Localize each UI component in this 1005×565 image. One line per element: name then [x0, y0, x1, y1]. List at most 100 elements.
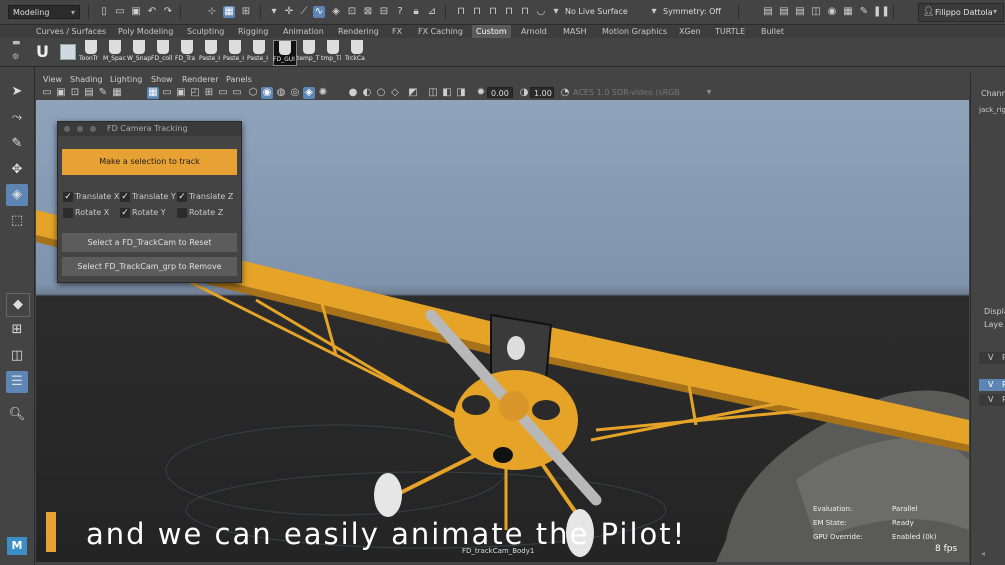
shelf-button-m-spac[interactable]: M_Spac: [103, 40, 126, 64]
lock-icon[interactable]: 🔒︎: [410, 6, 422, 18]
select-object-icon[interactable]: ▦: [223, 6, 235, 18]
menu-set-dropdown[interactable]: Modeling ▾: [8, 5, 80, 19]
layer-row[interactable]: V P: [979, 352, 1005, 364]
menu-shading[interactable]: Shading: [70, 73, 103, 86]
select-curve-icon[interactable]: ∿: [313, 6, 325, 18]
snapshot-icon[interactable]: ✎: [858, 6, 870, 18]
highlight-icon[interactable]: ⊿: [426, 6, 438, 18]
reset-trackcam-button[interactable]: Select a FD_TrackCam to Reset: [62, 233, 237, 252]
snap-surface-icon[interactable]: ⊓: [519, 6, 531, 18]
anti-aliasing-icon[interactable]: ○: [375, 87, 387, 99]
new-scene-icon[interactable]: ▯: [98, 6, 110, 18]
snap-grid-icon[interactable]: ⊓: [455, 6, 467, 18]
camera-attr-icon[interactable]: ▣: [55, 87, 67, 99]
grease-pencil-icon[interactable]: ▦: [111, 87, 123, 99]
snap-vertex-icon[interactable]: ◡: [535, 6, 547, 18]
image-plane-icon[interactable]: ▤: [83, 87, 95, 99]
translate-z-checkbox[interactable]: ✓: [177, 192, 187, 202]
rotate-y-checkbox[interactable]: ✓: [120, 208, 130, 218]
select-misc-icon[interactable]: ?: [394, 6, 406, 18]
tab-xgen[interactable]: XGen: [679, 25, 701, 38]
rotate-z-checkbox[interactable]: [177, 208, 187, 218]
magnifier-icon[interactable]: 🔍︎: [6, 404, 28, 426]
view-transform-dropdown[interactable]: ACES 1.0 SDR-video (sRGB: [573, 87, 680, 98]
paint-select-icon[interactable]: ✎: [6, 133, 28, 155]
textured-icon[interactable]: ◎: [289, 87, 301, 99]
isolate-select-icon[interactable]: ◩: [407, 87, 419, 99]
menu-panels[interactable]: Panels: [226, 73, 252, 86]
user-account-button[interactable]: 👤︎ Filippo Dattola ▾: [918, 3, 1004, 22]
safe-action-icon[interactable]: ▭: [217, 87, 229, 99]
menu-show[interactable]: Show: [151, 73, 173, 86]
lights-icon[interactable]: ◈: [303, 87, 315, 99]
shelf-button-trckca[interactable]: TrckCa: [345, 40, 368, 64]
exposure-icon[interactable]: ✹: [475, 87, 487, 99]
resolution-gate-icon[interactable]: ▣: [175, 87, 187, 99]
move-tool-icon[interactable]: ✥: [6, 159, 28, 181]
render-view-icon[interactable]: ▦: [842, 6, 854, 18]
gamma-field[interactable]: 1.00: [530, 87, 554, 98]
grid-toggle-icon[interactable]: ▦: [147, 87, 159, 99]
depth-of-field-icon[interactable]: ◇: [389, 87, 401, 99]
xray-components-icon[interactable]: ◨: [455, 87, 467, 99]
shelf-button-paste-2[interactable]: Paste_I: [223, 40, 246, 64]
two-pane-layout-icon[interactable]: ◫: [6, 345, 28, 367]
select-joint-icon[interactable]: ⟋: [298, 6, 310, 18]
display-tab[interactable]: Displa: [984, 307, 1005, 316]
open-scene-icon[interactable]: ▭: [114, 6, 126, 18]
shelf-button-toontr[interactable]: ToonTr: [79, 40, 102, 64]
wireframe-icon[interactable]: ⬡: [247, 87, 259, 99]
window-title-bar[interactable]: FD Camera Tracking: [58, 122, 241, 136]
tab-bullet[interactable]: Bullet: [761, 25, 784, 38]
render-settings-icon[interactable]: ▤: [794, 6, 806, 18]
screen-space-ao-icon[interactable]: ●: [347, 87, 359, 99]
layer-row[interactable]: V P: [979, 394, 1005, 406]
track-selection-button[interactable]: Make a selection to track: [62, 149, 237, 175]
camera-select-icon[interactable]: ▭: [41, 87, 53, 99]
ipr-render-icon[interactable]: ▤: [778, 6, 790, 18]
safe-title-icon[interactable]: ▭: [231, 87, 243, 99]
snap-dropdown-icon[interactable]: ▾: [550, 6, 562, 18]
tab-rendering[interactable]: Rendering: [338, 25, 379, 38]
gamma-icon[interactable]: ◑: [518, 87, 530, 99]
shelf-button-fd-gui[interactable]: FD_GUI: [273, 40, 297, 66]
shelf-button-fd-coll[interactable]: FD_coll: [151, 40, 174, 64]
symmetry-label[interactable]: Symmetry: Off: [663, 7, 721, 16]
shelf-button-paste-1[interactable]: Paste_I: [199, 40, 222, 64]
xray-icon[interactable]: ◫: [427, 87, 439, 99]
shadows-icon[interactable]: ✺: [317, 87, 329, 99]
select-handle-icon[interactable]: ✛: [283, 6, 295, 18]
shelf-button-temp-t[interactable]: temp_T: [297, 40, 320, 64]
tab-fx[interactable]: FX: [392, 25, 402, 38]
lasso-tool-icon[interactable]: ⤳: [6, 107, 28, 129]
scroll-left-icon[interactable]: ◂: [981, 549, 985, 558]
cube-icon[interactable]: [60, 44, 76, 60]
tab-custom[interactable]: Custom: [472, 25, 511, 38]
menu-renderer[interactable]: Renderer: [182, 73, 219, 86]
tab-arnold[interactable]: Arnold: [521, 25, 547, 38]
tab-rigging[interactable]: Rigging: [238, 25, 268, 38]
symmetry-dropdown-icon[interactable]: ▾: [648, 6, 660, 18]
redo-icon[interactable]: ↷: [162, 6, 174, 18]
motion-blur-icon[interactable]: ◐: [361, 87, 373, 99]
maximize-icon[interactable]: [90, 126, 96, 132]
select-deformer-icon[interactable]: ⊡: [346, 6, 358, 18]
tab-fx-caching[interactable]: FX Caching: [418, 25, 463, 38]
selection-mask-icon[interactable]: ▾: [268, 6, 280, 18]
shelf-button-w-snap[interactable]: W_Snap: [127, 40, 151, 64]
select-dynamic-icon[interactable]: ⊠: [362, 6, 374, 18]
tab-poly-modeling[interactable]: Poly Modeling: [118, 25, 173, 38]
select-component-icon[interactable]: ⊞: [240, 6, 252, 18]
xray-joints-icon[interactable]: ◧: [441, 87, 453, 99]
tab-sculpting[interactable]: Sculpting: [187, 25, 224, 38]
tab-turtle[interactable]: TURTLE: [715, 25, 745, 38]
pause-icon[interactable]: ❚❚: [873, 6, 890, 18]
outliner-layout-icon[interactable]: ☰: [6, 371, 28, 393]
tab-animation[interactable]: Animation: [283, 25, 324, 38]
film-gate-icon[interactable]: ▭: [161, 87, 173, 99]
shelf-button-fd-tra[interactable]: FD_Tra: [175, 40, 198, 64]
select-tool-icon[interactable]: ➤: [6, 81, 28, 103]
visibility-toggle[interactable]: V: [988, 380, 993, 389]
live-surface-label[interactable]: No Live Surface: [565, 7, 628, 16]
gate-mask-icon[interactable]: ◰: [189, 87, 201, 99]
